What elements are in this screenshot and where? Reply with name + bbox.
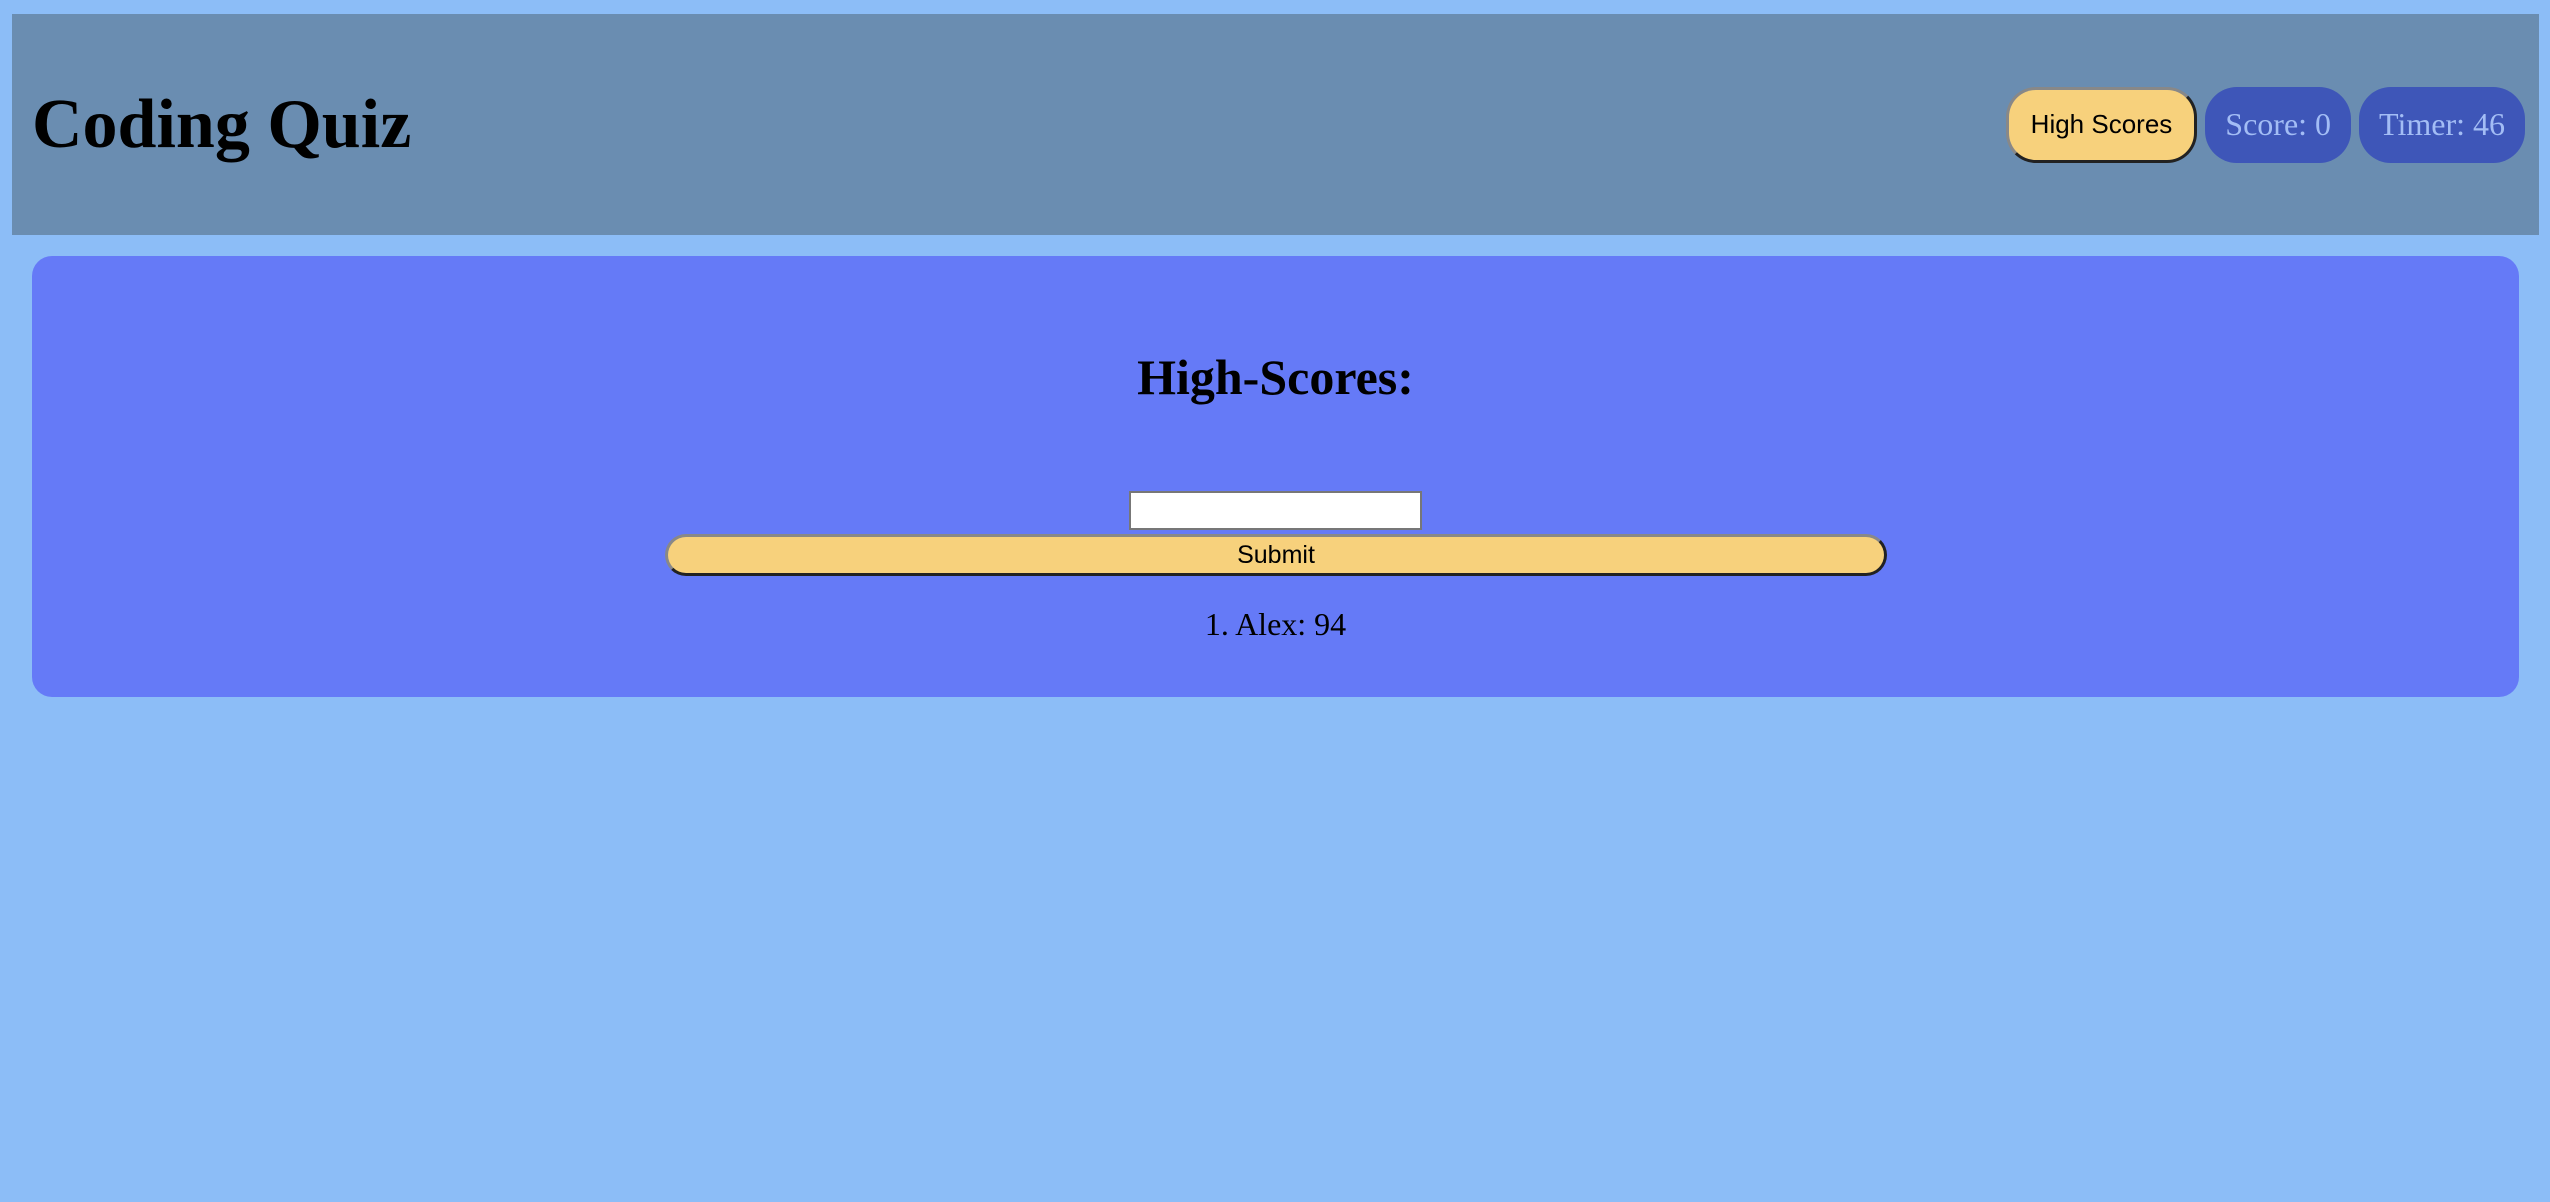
high-scores-list: 1. Alex: 94	[32, 606, 2519, 643]
page-header: Coding Quiz High Scores Score: 0 Timer: …	[12, 14, 2539, 235]
list-item: 1. Alex: 94	[1204, 606, 1347, 642]
high-scores-card: High-Scores: Submit 1. Alex: 94	[32, 256, 2519, 697]
high-scores-button[interactable]: High Scores	[2005, 86, 2198, 163]
timer-display: Timer: 46	[2359, 86, 2525, 163]
page-title: Coding Quiz	[32, 85, 412, 163]
score-display: Score: 0	[2205, 86, 2352, 163]
header-controls: High Scores Score: 0 Timer: 46	[2005, 86, 2525, 163]
high-scores-heading: High-Scores:	[1137, 349, 1414, 405]
submit-button[interactable]: Submit	[665, 534, 1887, 576]
initials-input[interactable]	[1129, 491, 1422, 530]
